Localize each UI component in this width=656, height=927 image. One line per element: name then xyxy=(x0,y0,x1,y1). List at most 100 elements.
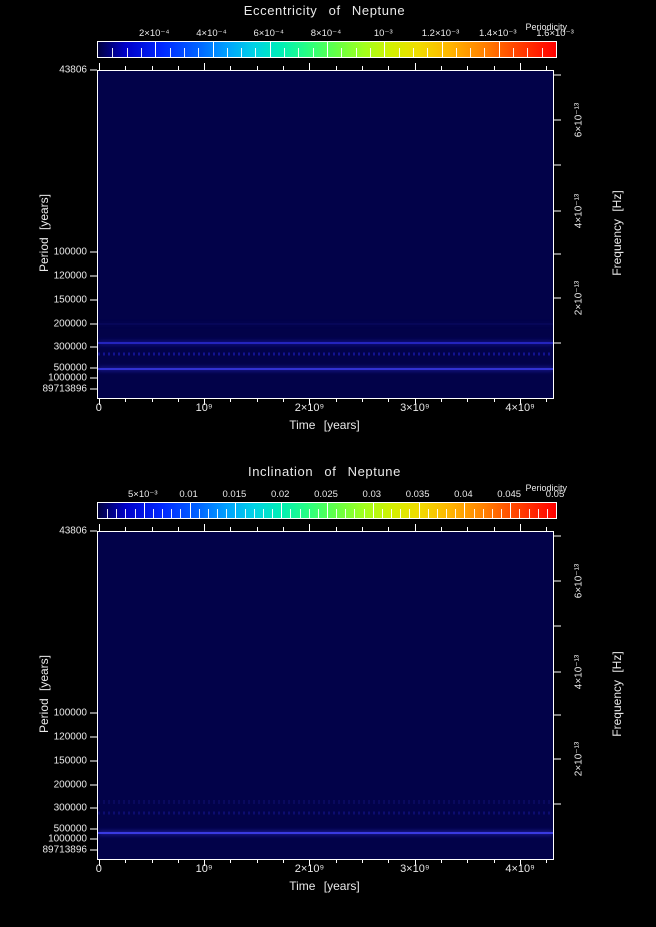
colorbar-minor-tick xyxy=(473,509,475,518)
x-minor-tick xyxy=(441,527,443,531)
x-minor-tick xyxy=(388,527,390,531)
x-minor-tick xyxy=(388,66,390,70)
colorbar-minor-tick xyxy=(398,48,400,57)
colorbar-minor-tick xyxy=(312,48,314,57)
spectrogram-page: { "page": { "background": "#000000", "te… xyxy=(0,0,656,927)
colorbar-major-tick xyxy=(384,42,386,57)
colorbar-major-tick xyxy=(281,503,283,518)
colorbar-tick-label: 0.035 xyxy=(405,489,430,500)
colorbar-minor-tick xyxy=(226,48,228,57)
colorbar-minor-tick xyxy=(272,509,274,518)
colorbar-minor-tick xyxy=(412,48,414,57)
frequency-tick-label: 6×10⁻¹³ xyxy=(573,102,585,138)
period-axis-title: Period [years] xyxy=(37,193,51,273)
colorbar-minor-tick xyxy=(341,48,343,57)
colorbar-tick-label: 1.6×10⁻³ xyxy=(536,28,574,39)
x-minor-tick xyxy=(362,66,364,70)
colorbar-minor-tick xyxy=(455,509,457,518)
period-tick-label: 500000 xyxy=(53,823,87,835)
x-minor-tick xyxy=(467,66,469,70)
colorbar-minor-tick xyxy=(400,509,402,518)
x-minor-tick xyxy=(230,527,232,531)
period-tick-label: 150000 xyxy=(53,755,87,767)
colorbar-major-tick xyxy=(327,503,328,518)
colorbar-minor-tick xyxy=(427,509,429,518)
period-tick xyxy=(90,712,97,714)
x-axis-title: Time [years] xyxy=(289,418,360,432)
frequency-axis-ticks xyxy=(553,531,561,858)
period-tick-label: 100000 xyxy=(53,707,87,719)
frequency-tick xyxy=(553,119,561,121)
colorbar-minor-tick xyxy=(107,509,109,518)
colorbar-minor-tick xyxy=(308,509,310,518)
frequency-tick xyxy=(553,164,561,166)
colorbar-tick-label: 0.03 xyxy=(362,489,382,500)
spectral-band xyxy=(98,323,553,325)
colorbar-minor-tick xyxy=(546,509,548,518)
time-tick-label: 4×10⁹ xyxy=(505,402,535,414)
x-minor-tick xyxy=(546,66,548,70)
period-tick-label: 100000 xyxy=(53,246,87,258)
period-tick-label: 43806 xyxy=(59,64,87,76)
x-minor-tick xyxy=(256,527,258,531)
colorbar-minor-tick xyxy=(284,48,286,57)
colorbar-minor-tick xyxy=(355,48,357,57)
frequency-tick xyxy=(553,342,561,344)
period-tick xyxy=(90,275,97,277)
period-tick-label: 120000 xyxy=(53,270,87,282)
period-tick-label: 89713896 xyxy=(42,383,88,395)
time-tick-label: 2×10⁹ xyxy=(294,402,325,414)
colorbar-minor-tick xyxy=(290,509,292,518)
colorbar-minor-tick xyxy=(140,48,142,57)
colorbar-major-tick xyxy=(498,42,500,57)
x-minor-tick xyxy=(493,66,495,70)
x-minor-tick xyxy=(256,66,258,70)
colorbar-tick-label: 4×10⁻⁴ xyxy=(196,28,227,39)
colorbar-tick-label: 5×10⁻³ xyxy=(128,489,158,500)
colorbar-minor-tick xyxy=(391,509,393,518)
time-axis-labels: 0 10⁹ 2×10⁹ 3×10⁹ 4×10⁹ xyxy=(96,402,552,415)
colorbar-minor-tick xyxy=(501,509,503,518)
time-tick-label: 3×10⁹ xyxy=(400,402,430,414)
period-tick-label: 1000000 xyxy=(48,833,87,845)
time-tick-label: 10⁹ xyxy=(195,863,213,875)
plot-title: Eccentricity of Neptune xyxy=(243,3,406,18)
colorbar-major-tick xyxy=(189,503,191,518)
colorbar-minor-tick xyxy=(537,509,539,518)
colorbar-minor-tick xyxy=(381,509,383,518)
frequency-tick xyxy=(553,297,561,299)
colorbar-minor-tick xyxy=(255,48,257,57)
x-minor-tick xyxy=(362,527,364,531)
colorbar-tick-label: 0.02 xyxy=(270,489,290,500)
colorbar-minor-tick xyxy=(125,509,127,518)
period-tick xyxy=(90,69,97,71)
colorbar-tick-label: 0.04 xyxy=(454,489,473,500)
colorbar-tick-label: 0.015 xyxy=(222,489,247,500)
period-tick-label: 300000 xyxy=(53,341,87,353)
x-minor-tick xyxy=(441,66,443,70)
time-axis-labels: 0 10⁹ 2×10⁹ 3×10⁹ 4×10⁹ xyxy=(96,863,552,876)
colorbar-major-tick xyxy=(235,503,237,518)
time-tick-label: 10⁹ xyxy=(195,402,213,414)
colorbar-minor-tick xyxy=(226,509,228,518)
x-minor-tick xyxy=(230,66,232,70)
colorbar-minor-tick xyxy=(317,509,319,518)
x-minor-tick xyxy=(335,527,337,531)
period-tick-label: 200000 xyxy=(53,779,87,791)
time-tick-label: 2×10⁹ xyxy=(294,863,325,875)
colorbar-major-tick xyxy=(269,42,271,57)
spectral-band xyxy=(98,367,553,370)
period-tick-label: 43806 xyxy=(59,525,87,537)
period-tick xyxy=(90,346,97,348)
colorbar-minor-tick xyxy=(217,509,219,518)
colorbar-minor-tick xyxy=(363,509,365,518)
colorbar-minor-tick xyxy=(169,48,171,57)
colorbar-minor-tick xyxy=(134,509,136,518)
colorbar-minor-tick xyxy=(345,509,347,518)
x-minor-tick xyxy=(125,66,127,70)
frequency-tick-label: 2×10⁻¹³ xyxy=(573,281,585,316)
period-tick-label: 200000 xyxy=(53,318,87,330)
frequency-axis-labels: 6×10⁻¹³ 4×10⁻¹³ 2×10⁻¹³ xyxy=(566,70,592,397)
period-tick-label: 89713896 xyxy=(42,844,88,856)
period-axis-ticks xyxy=(90,69,97,397)
